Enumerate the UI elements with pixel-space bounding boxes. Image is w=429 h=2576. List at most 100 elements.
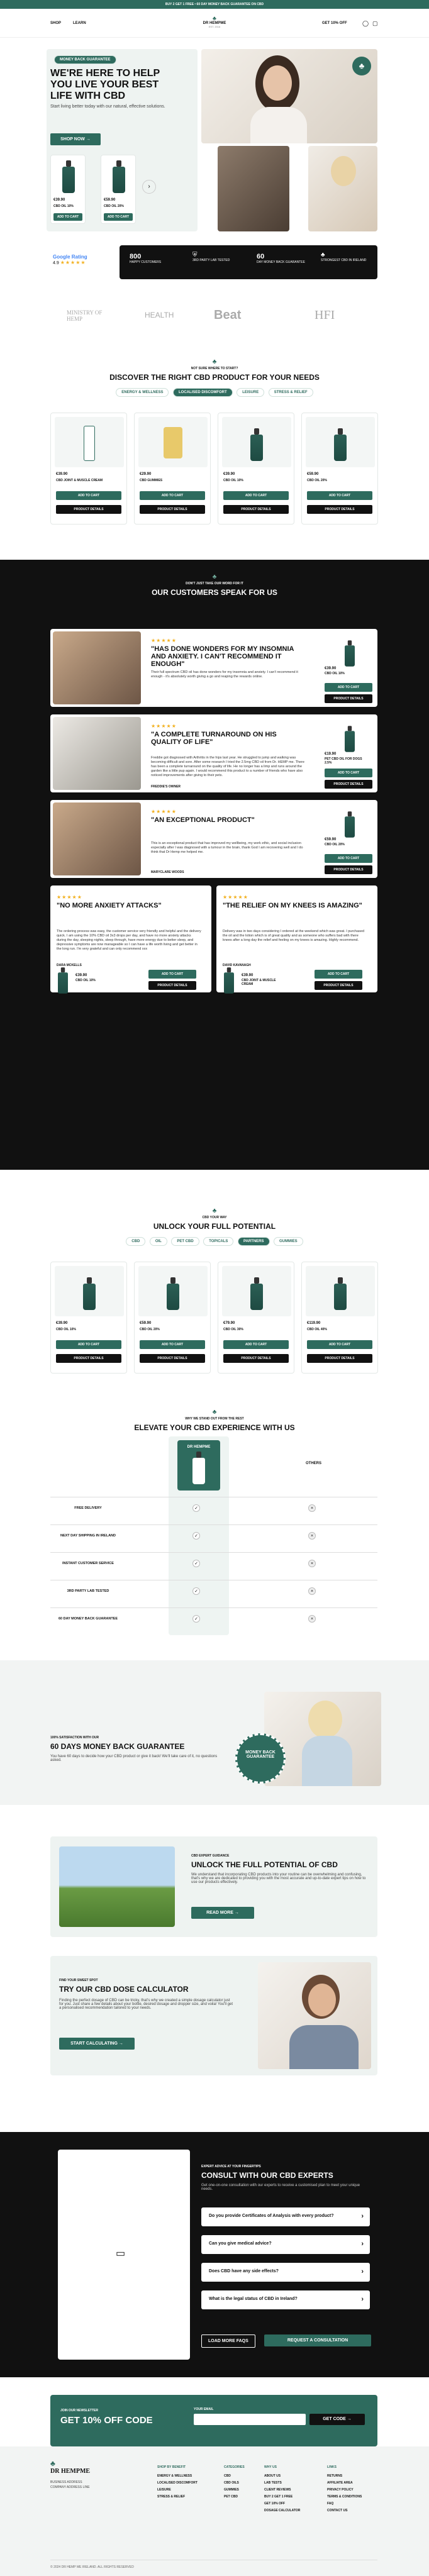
video-player[interactable]: ▭ (58, 2150, 190, 2360)
add-to-cart-button[interactable]: ADD TO CART (223, 1340, 289, 1349)
footer-link[interactable]: ABOUT US (264, 2474, 281, 2478)
footer-link[interactable]: CLIENT REVIEWS (264, 2488, 291, 2492)
product-details-button[interactable]: PRODUCT DETAILS (56, 505, 121, 514)
footer-link[interactable]: AFFILIATE AREA (327, 2481, 353, 2485)
footer-link[interactable]: RETURNS (327, 2474, 342, 2478)
product-details-button[interactable]: PRODUCT DETAILS (325, 865, 372, 874)
faq-item[interactable]: Can you give medical advice? › (201, 2235, 370, 2254)
unlock-product-card[interactable]: €79.90 CBD OIL 30% ADD TO CART PRODUCT DETA… (218, 1262, 294, 1374)
add-to-cart-button[interactable]: ADD TO CART (325, 769, 372, 777)
product-details-button[interactable]: PRODUCT DETAILS (325, 694, 372, 703)
footer-logo: DR HEMPME (50, 2468, 91, 2475)
guidance-text: We understand that incorporating CBD pro… (191, 1873, 366, 1884)
discover-product-card[interactable]: €39.90 CBD OIL 10% ADD TO CART PRODUCT DETA… (218, 413, 294, 525)
tab-stress[interactable]: STRESS & RELIEF (268, 388, 313, 397)
tab-pet[interactable]: PET CBD (171, 1237, 199, 1246)
header-offer[interactable]: GET 10% OFF (322, 21, 347, 25)
add-to-cart-button[interactable]: ADD TO CART (140, 1340, 205, 1349)
logo[interactable]: ♣ DR HEMPME EST. 2016 (195, 15, 234, 28)
product-price: €29.90 (140, 472, 152, 476)
cart-icon[interactable]: ▢ (372, 20, 378, 27)
footer-link[interactable]: PET CBD (224, 2495, 238, 2499)
read-more-button[interactable]: READ MORE → (191, 1907, 254, 1919)
email-input[interactable] (194, 2414, 306, 2425)
discover-product-card[interactable]: €59.90 CBD OIL 20% ADD TO CART PRODUCT DETA… (301, 413, 378, 525)
cross-icon: × (308, 1504, 316, 1512)
unlock-product-card[interactable]: €39.90 CBD OIL 10% ADD TO CART PRODUCT DETA… (50, 1262, 127, 1374)
start-calculating-button[interactable]: START CALCULATING → (59, 2038, 135, 2050)
hero-product-1[interactable]: €39.90 CBD OIL 10% ADD TO CART (50, 155, 86, 224)
video-icon[interactable]: ▭ (116, 2247, 125, 2260)
tab-energy[interactable]: ENERGY & WELLNESS (116, 388, 169, 397)
hero-product-2[interactable]: €59.90 CBD OIL 20% ADD TO CART (101, 155, 136, 224)
footer-link[interactable]: ENERGY & WELLNESS (157, 2474, 192, 2478)
tab-gummies[interactable]: GUMMIES (274, 1237, 303, 1246)
get-code-button[interactable]: GET CODE → (309, 2414, 365, 2425)
woman-face (263, 65, 292, 101)
footer-link[interactable]: BUY 2 GET 1 FREE (264, 2495, 292, 2499)
faq-item[interactable]: Do you provide Certificates of Analysis … (201, 2207, 370, 2226)
shop-now-button[interactable]: SHOP NOW → (50, 133, 101, 145)
add-to-cart-button[interactable]: ADD TO CART (325, 854, 372, 863)
faq-item[interactable]: What is the legal status of CBD in Irela… (201, 2290, 370, 2309)
product-details-button[interactable]: PRODUCT DETAILS (223, 1354, 289, 1363)
faq-item[interactable]: Does CBD have any side effects? › (201, 2263, 370, 2282)
nav-shop[interactable]: SHOP (50, 21, 61, 25)
tab-leisure[interactable]: LEISURE (237, 388, 265, 397)
product-details-button[interactable]: PRODUCT DETAILS (315, 981, 362, 990)
add-to-cart-button[interactable]: ADD TO CART (140, 491, 205, 500)
add-to-cart-button[interactable]: ADD TO CART (307, 491, 372, 500)
footer-link[interactable]: DOSAGE CALCULATOR (264, 2509, 300, 2512)
add-to-cart-button[interactable]: ADD TO CART (223, 491, 289, 500)
footer-link[interactable]: LAB TESTS (264, 2481, 282, 2485)
tab-oil[interactable]: OIL (149, 1237, 167, 1246)
oil-bottle-icon (62, 160, 75, 193)
unlock-product-card[interactable]: €59.90 CBD OIL 20% ADD TO CART PRODUCT DETA… (134, 1262, 211, 1374)
footer-link[interactable]: CBD OILS (224, 2481, 239, 2485)
discover-product-card[interactable]: €29.90 CBD GUMMIES ADD TO CART PRODUCT DETA… (134, 413, 211, 525)
footer-link[interactable]: TERMS & CONDITIONS (327, 2495, 362, 2499)
product-details-button[interactable]: PRODUCT DETAILS (307, 505, 372, 514)
user-icon[interactable]: ◯ (362, 20, 369, 27)
nav-learn[interactable]: LEARN (73, 21, 86, 25)
product-details-button[interactable]: PRODUCT DETAILS (56, 1354, 121, 1363)
chevron-right-icon: › (361, 2268, 364, 2275)
consult-section: ▭ EXPERT ADVICE AT YOUR FINGERTIPS CONSU… (0, 2132, 429, 2377)
product-details-button[interactable]: PRODUCT DETAILS (140, 505, 205, 514)
chevron-right-icon[interactable]: › (142, 180, 156, 194)
man-face (308, 1984, 336, 2016)
footer-link[interactable]: CBD (224, 2474, 231, 2478)
add-to-cart-button[interactable]: ADD TO CART (325, 683, 372, 692)
add-to-cart-button[interactable]: ADD TO CART (104, 213, 133, 221)
footer-link[interactable]: LOCALISED DISCOMFORT (157, 2481, 198, 2485)
load-more-faqs-button[interactable]: LOAD MORE FAQS (201, 2334, 255, 2348)
request-consultation-button[interactable]: REQUEST A CONSULTATION (264, 2334, 371, 2346)
footer-link[interactable]: FAQ (327, 2502, 333, 2506)
add-to-cart-button[interactable]: ADD TO CART (56, 491, 121, 500)
tab-partners[interactable]: PARTNERS (237, 1237, 270, 1246)
add-to-cart-button[interactable]: ADD TO CART (56, 1340, 121, 1349)
product-details-button[interactable]: PRODUCT DETAILS (223, 505, 289, 514)
footer-link[interactable]: GUMMIES (224, 2488, 239, 2492)
unlock-product-card[interactable]: €119.90 CBD OIL 40% ADD TO CART PRODUCT DET… (301, 1262, 378, 1374)
review-quote: "A COMPLETE TURNAROUND ON HIS QUALITY OF… (151, 731, 277, 746)
stat-4: ♣ STRONGEST CBD IN IRELAND (321, 252, 371, 262)
footer-link[interactable]: PRIVACY POLICY (327, 2488, 354, 2492)
add-to-cart-button[interactable]: ADD TO CART (148, 970, 196, 979)
tab-localised[interactable]: LOCALISED DISCOMFORT (173, 388, 233, 397)
tab-topicals[interactable]: TOPICALS (203, 1237, 234, 1246)
add-to-cart-button[interactable]: ADD TO CART (53, 213, 82, 221)
add-to-cart-button[interactable]: ADD TO CART (315, 970, 362, 979)
compare-feature: 60 DAY MONEY BACK GUARANTEE (58, 1617, 118, 1621)
footer-link[interactable]: GET 10% OFF (264, 2502, 285, 2506)
footer-link[interactable]: STRESS & RELIEF (157, 2495, 185, 2499)
footer-link[interactable]: CONTACT US (327, 2509, 347, 2512)
product-details-button[interactable]: PRODUCT DETAILS (325, 780, 372, 789)
tab-cbd[interactable]: CBD (126, 1237, 146, 1246)
add-to-cart-button[interactable]: ADD TO CART (307, 1340, 372, 1349)
discover-product-card[interactable]: €39.90 CBD JOINT & MUSCLE CREAM ADD TO CAR… (50, 413, 127, 525)
product-details-button[interactable]: PRODUCT DETAILS (140, 1354, 205, 1363)
product-details-button[interactable]: PRODUCT DETAILS (307, 1354, 372, 1363)
product-details-button[interactable]: PRODUCT DETAILS (148, 981, 196, 990)
footer-link[interactable]: LEISURE (157, 2488, 171, 2492)
